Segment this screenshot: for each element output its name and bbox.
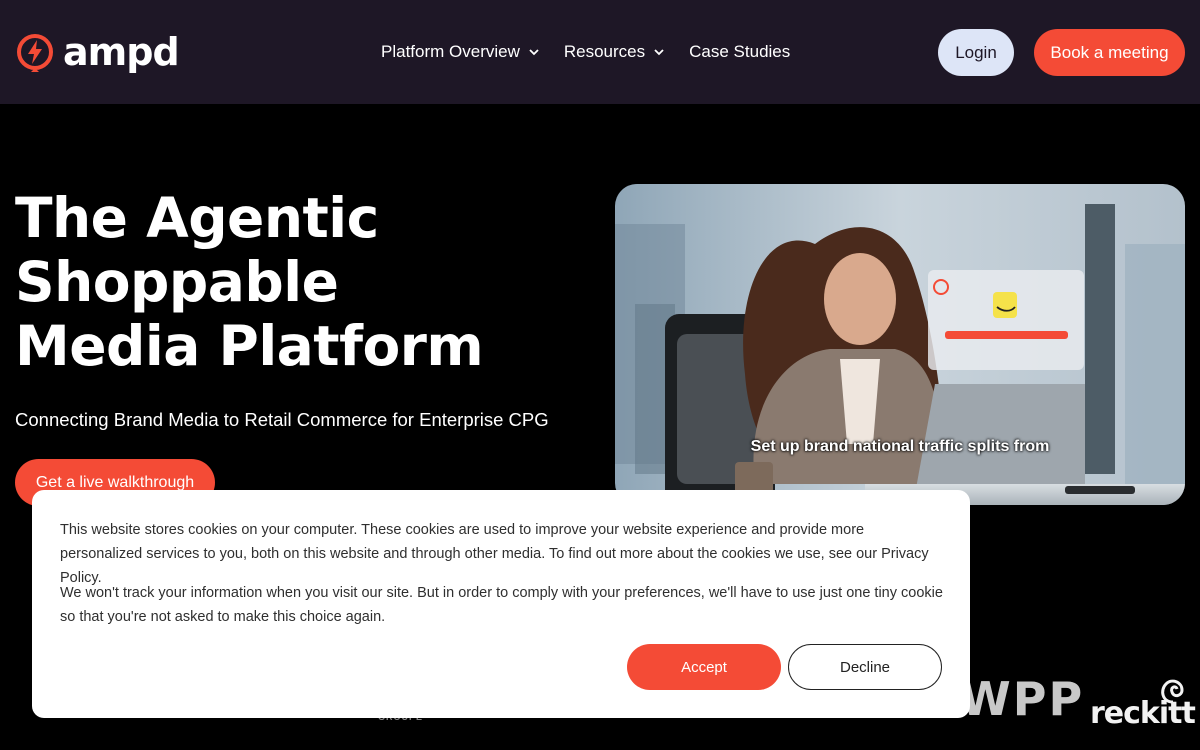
login-button[interactable]: Login (938, 29, 1014, 76)
accept-cookies-button[interactable]: Accept (627, 644, 781, 690)
main-menu: Platform Overview Resources Case Studies (381, 40, 814, 64)
brand-name: ampd (63, 30, 180, 74)
nav-item-label: Case Studies (689, 42, 791, 61)
nav-item-label: Resources (563, 42, 646, 61)
book-meeting-button[interactable]: Book a meeting (1034, 29, 1185, 76)
nav-item-platform-overview[interactable]: Platform Overview (381, 42, 540, 62)
nav-item-resources[interactable]: Resources (564, 42, 665, 62)
wpp-logo: WPP (960, 672, 1085, 726)
nav-item-case-studies[interactable]: Case Studies (689, 42, 790, 62)
chevron-down-icon (529, 49, 539, 56)
nav-item-label: Platform Overview (381, 42, 520, 61)
cookie-tracking-text: We won't track your information when you… (60, 585, 943, 625)
brand-logo[interactable]: ampd (15, 30, 180, 74)
hero-subtitle: Connecting Brand Media to Retail Commerc… (15, 409, 549, 430)
hero-title: The Agentic Shoppable Media Platform (15, 186, 484, 378)
cookie-banner: This website stores cookies on your comp… (32, 490, 970, 718)
cookie-text: This website stores cookies on your comp… (60, 522, 929, 586)
lightning-bolt-circle-icon (17, 34, 53, 72)
decline-cookies-button[interactable]: Decline (788, 644, 942, 690)
video-caption: Set up brand national traffic splits fro… (750, 438, 1050, 455)
chevron-down-icon (654, 49, 664, 56)
top-navbar: ampd Platform Overview Resources Case St… (0, 0, 1200, 104)
reckitt-logo: reckitt (1090, 696, 1196, 731)
